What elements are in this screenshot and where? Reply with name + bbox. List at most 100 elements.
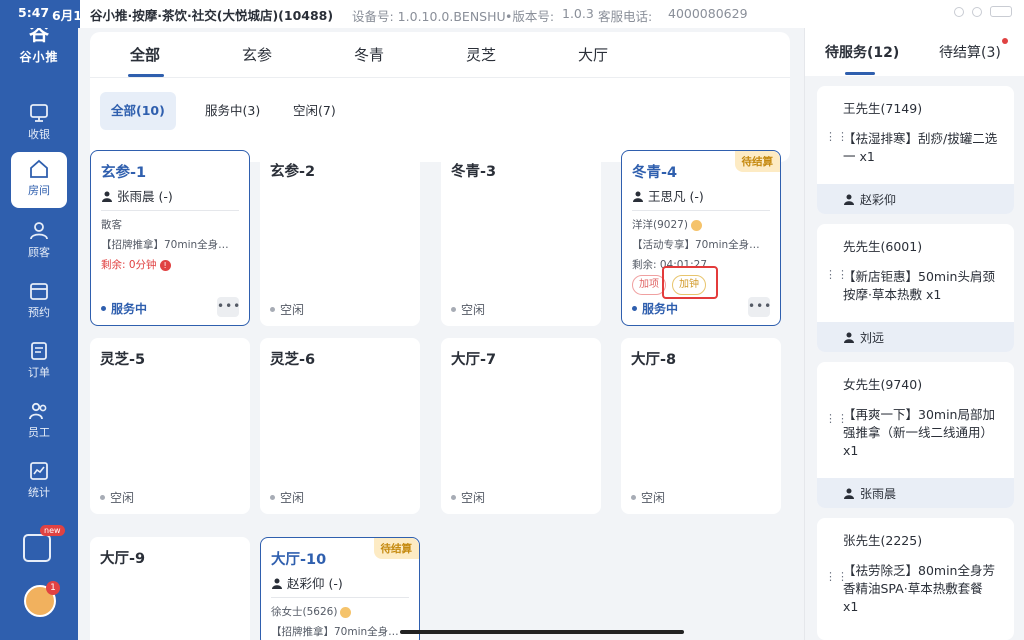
order-card[interactable]: 先先生(6001) ⋮⋮ 【新店钜惠】50min头肩颈按摩·草本热敷 x1 刘远 xyxy=(817,224,1014,352)
room-card[interactable]: 大厅-8 空闲 xyxy=(621,338,781,514)
room-title: 灵芝-6 xyxy=(270,352,316,368)
more-button[interactable]: ••• xyxy=(217,297,240,317)
filter-idle[interactable]: 空闲(7) xyxy=(282,92,347,130)
home-icon xyxy=(30,159,48,178)
room-title: 灵芝-5 xyxy=(100,352,146,368)
add-item-button[interactable]: 加项 xyxy=(632,275,666,295)
status-dot xyxy=(632,306,637,311)
nav-label: 房间 xyxy=(28,184,50,197)
nav-label: 预约 xyxy=(28,306,50,319)
order-description: 【再爽一下】30min局部加强推拿（新一线二线通用）x1 xyxy=(843,407,995,458)
tab-hall[interactable]: 大厅 xyxy=(578,44,608,65)
room-title: 冬青-3 xyxy=(451,164,497,180)
right-panel: 待服务(12) 待结算(3) 王先生(7149) ⋮⋮ 【祛湿排寒】刮痧/拔罐二… xyxy=(804,28,1024,640)
divider xyxy=(271,597,409,598)
store-name: 谷小推·按摩·茶饮·社交(大悦城店)(10488) xyxy=(90,8,334,23)
nav-order[interactable]: 订单 xyxy=(11,334,67,390)
nav-staff[interactable]: 员工 xyxy=(11,394,67,450)
nav-cashier[interactable]: 收银 xyxy=(11,96,67,152)
customer-icon xyxy=(30,222,48,240)
divider xyxy=(632,210,770,211)
order-staff: 赵彩仰 xyxy=(817,184,1014,214)
order-customer: 女先生(9740) xyxy=(843,377,923,392)
order-card[interactable]: 王先生(7149) ⋮⋮ 【祛湿排寒】刮痧/拔罐二选一 x1 赵彩仰 xyxy=(817,86,1014,214)
status-bar: 5:47 6月1 谷小推·按摩·茶饮·社交(大悦城店)(10488) 设备号: … xyxy=(0,0,1024,28)
room-title: 大厅-7 xyxy=(451,352,497,368)
nav-label: 顾客 xyxy=(28,246,50,259)
tab-dongqing[interactable]: 冬青 xyxy=(354,44,384,65)
battery-icon xyxy=(990,6,1012,17)
room-card[interactable]: 大厅-9 xyxy=(90,537,250,640)
nav-appointment[interactable]: 预约 xyxy=(11,274,67,330)
more-button[interactable]: ••• xyxy=(748,297,771,317)
order-description: 【祛湿排寒】刮痧/拔罐二选一 x1 xyxy=(843,131,998,164)
room-status: 服务中 xyxy=(101,300,147,317)
room-card[interactable]: 玄参-2 空闲 xyxy=(260,150,420,326)
room-card[interactable]: 冬青-3 空闲 xyxy=(441,150,601,326)
order-card[interactable]: 张先生(2225) ⋮⋮ 【祛劳除乏】80min全身芳香精油SPA·草本热敷套餐… xyxy=(817,518,1014,640)
room-card[interactable]: 待结算 大厅-10 赵彩仰 (-) 徐女士(5626) 【招牌推拿】70min全… xyxy=(260,537,420,640)
nav-customer[interactable]: 顾客 xyxy=(11,214,67,270)
service-phone: 4000080629 xyxy=(668,6,748,21)
alert-icon: ! xyxy=(159,259,171,271)
app-logo: 谷 谷小推 xyxy=(19,21,59,64)
room-card[interactable]: 灵芝-5 空闲 xyxy=(90,338,250,514)
room-card[interactable]: 待结算 冬青-4 王思凡 (-) 洋洋(9027) 【活动专享】70min全身…… xyxy=(621,150,781,326)
order-customer: 张先生(2225) xyxy=(843,533,923,548)
room-status: 空闲 xyxy=(270,301,304,318)
room-service: 【招牌推拿】70min全身… xyxy=(101,239,229,251)
person-icon xyxy=(272,578,282,589)
person-icon xyxy=(633,191,643,202)
tab-underline xyxy=(845,72,875,75)
room-card[interactable]: 玄参-1 张雨晨 (-) 散客 【招牌推拿】70min全身… 剩余: 0分钟! … xyxy=(90,150,250,326)
user-avatar[interactable]: 1 xyxy=(24,581,60,617)
room-remaining: 剩余: 0分钟! xyxy=(101,257,171,272)
version-label: •版本号: xyxy=(505,9,555,24)
person-icon xyxy=(102,191,112,202)
notification-badge: 1 xyxy=(46,581,60,595)
wifi-icon xyxy=(972,6,982,17)
service-phone-label: 客服电话: xyxy=(598,9,653,24)
nav-room[interactable]: 房间 xyxy=(11,152,67,208)
room-card[interactable]: 灵芝-6 空闲 xyxy=(260,338,420,514)
version-value: 1.0.3 xyxy=(562,6,594,21)
order-staff: 张雨晨 xyxy=(817,478,1014,508)
status-dot xyxy=(101,306,106,311)
room-status: 空闲 xyxy=(451,489,485,506)
room-status: 空闲 xyxy=(631,489,665,506)
nav-label: 统计 xyxy=(28,486,50,499)
room-title: 大厅-9 xyxy=(100,551,146,567)
promo-icon xyxy=(23,534,51,562)
room-card[interactable]: 大厅-7 空闲 xyxy=(441,338,601,514)
home-indicator[interactable] xyxy=(400,630,684,634)
room-title: 玄参-2 xyxy=(270,164,316,180)
cashier-icon xyxy=(30,104,48,122)
nav-statistics[interactable]: 统计 xyxy=(11,454,67,510)
filter-card: 全部 玄参 冬青 灵芝 大厅 全部(10) 服务中(3) 空闲(7) xyxy=(90,32,790,162)
promo-button[interactable]: new xyxy=(22,525,65,567)
new-badge: new xyxy=(40,525,65,536)
room-customer: 洋洋(9027) xyxy=(632,217,702,232)
order-description: 【新店钜惠】50min头肩颈按摩·草本热敷 x1 xyxy=(843,269,995,302)
pending-settlement-badge: 待结算 xyxy=(373,538,419,559)
order-description: 【祛劳除乏】80min全身芳香精油SPA·草本热敷套餐 x1 xyxy=(843,563,995,614)
tab-lingzhi[interactable]: 灵芝 xyxy=(466,44,496,65)
pending-settlement-badge: 待结算 xyxy=(734,151,780,172)
status-dot xyxy=(451,495,456,500)
room-customer: 散客 xyxy=(101,219,122,231)
main-area: 全部 玄参 冬青 灵芝 大厅 全部(10) 服务中(3) 空闲(7) 玄参-1 … xyxy=(78,28,804,640)
tab-all[interactable]: 全部 xyxy=(130,44,160,65)
filter-in-service[interactable]: 服务中(3) xyxy=(194,92,271,130)
tab-xuanshen[interactable]: 玄参 xyxy=(242,44,272,65)
order-customer: 王先生(7149) xyxy=(843,101,923,116)
tab-waiting-service[interactable]: 待服务(12) xyxy=(825,42,899,62)
tab-pending-settlement[interactable]: 待结算(3) xyxy=(939,42,1001,62)
room-status: 空闲 xyxy=(100,489,134,506)
clock: 5:47 xyxy=(18,5,50,20)
chart-icon xyxy=(30,462,48,480)
queue-tabs: 待服务(12) 待结算(3) xyxy=(805,28,1024,76)
order-card[interactable]: 女先生(9740) ⋮⋮ 【再爽一下】30min局部加强推拿（新一线二线通用）x… xyxy=(817,362,1014,508)
filter-all[interactable]: 全部(10) xyxy=(100,92,176,130)
member-icon xyxy=(340,606,352,618)
status-dot xyxy=(270,495,275,500)
